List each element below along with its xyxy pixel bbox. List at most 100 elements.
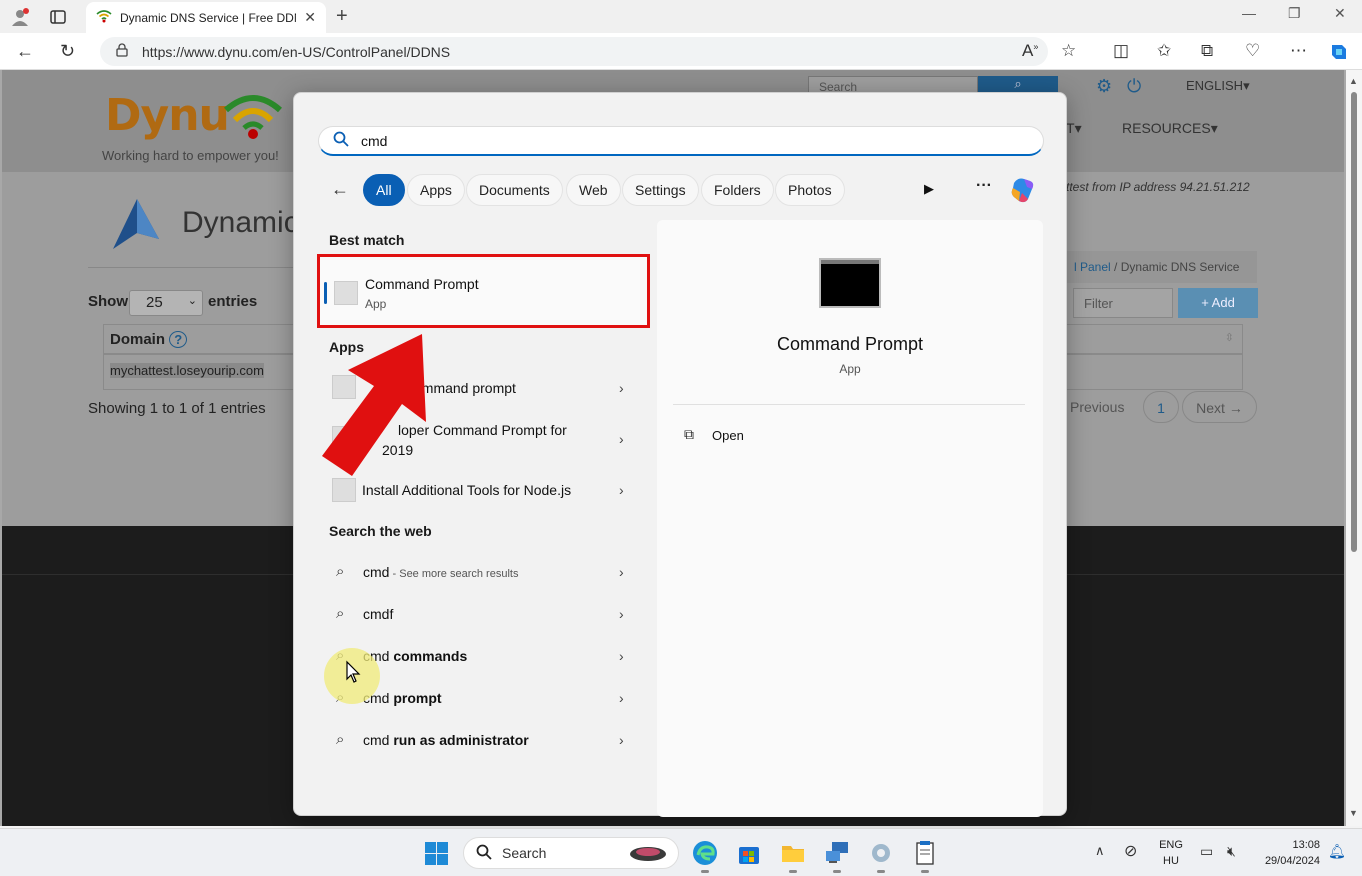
language-label: ENGLISH bbox=[1186, 78, 1244, 93]
notification-bell-icon[interactable]: 🔔︎ bbox=[1328, 843, 1346, 860]
taskbar: Search ∧ ⊘ ENG HU ▭ 🔇︎ 13:08 29/04/2024 … bbox=[0, 828, 1362, 876]
close-window-icon[interactable]: ✕ bbox=[1334, 5, 1346, 22]
clock-time[interactable]: 13:08 bbox=[1260, 839, 1320, 851]
preview-pane: Command Prompt App ⧉ Open bbox=[657, 220, 1043, 817]
filter-tab-web[interactable]: Web bbox=[566, 174, 621, 206]
url-field[interactable]: https://www.dynu.com/en-US/ControlPanel/… bbox=[100, 37, 1048, 66]
volume-muted-icon[interactable]: 🔇︎ bbox=[1227, 843, 1236, 860]
nav-menu-partial[interactable]: T▾ bbox=[1066, 120, 1082, 137]
tab-actions-icon[interactable] bbox=[47, 6, 69, 28]
preview-app-name: Command Prompt bbox=[776, 334, 924, 354]
windows-start-icon[interactable] bbox=[425, 842, 448, 865]
address-toolbar: ← ↻ https://www.dynu.com/en-US/ControlPa… bbox=[0, 33, 1362, 70]
mouse-cursor-icon bbox=[346, 660, 361, 683]
caret-down-icon: ▾ bbox=[1074, 120, 1082, 136]
show-label: Show bbox=[88, 293, 128, 310]
web-query: cmdf bbox=[363, 606, 394, 622]
domain-column-header[interactable]: Domain ? bbox=[103, 324, 293, 354]
web-query-hint: - See more search results bbox=[389, 568, 519, 580]
search-icon: ⌕ bbox=[336, 731, 345, 748]
minimize-icon[interactable]: — bbox=[1242, 5, 1256, 21]
domain-link[interactable]: mychattest.loseyourip.com bbox=[110, 363, 264, 378]
edge-taskbar-icon[interactable] bbox=[692, 840, 718, 866]
command-prompt-large-icon bbox=[819, 258, 881, 308]
display-icon[interactable]: ▭ bbox=[1200, 843, 1213, 860]
split-screen-icon[interactable]: ◫ bbox=[1113, 41, 1129, 61]
page-scrollbar[interactable]: ▲ ▼ bbox=[1346, 70, 1362, 826]
filter-input[interactable]: Filter bbox=[1073, 288, 1173, 318]
language-dropdown[interactable]: ENGLISH▾ bbox=[1186, 78, 1250, 94]
scroll-thumb[interactable] bbox=[1351, 92, 1357, 552]
sort-icon[interactable]: ⇳ bbox=[1225, 331, 1234, 344]
favorite-star-icon[interactable]: ☆ bbox=[1061, 41, 1076, 61]
settings-gear-icon[interactable]: ⚙ bbox=[1096, 76, 1112, 97]
previous-button[interactable]: Previous bbox=[1066, 391, 1141, 423]
copilot-icon[interactable] bbox=[1008, 175, 1038, 205]
more-options-icon[interactable]: ··· bbox=[976, 177, 992, 195]
search-highlight-icon bbox=[628, 843, 668, 866]
page-1-button[interactable]: 1 bbox=[1143, 391, 1179, 423]
dynu-logo[interactable]: Dynu bbox=[105, 90, 230, 141]
show-hidden-icons-icon[interactable]: ∧ bbox=[1095, 843, 1105, 859]
best-match-command-prompt[interactable]: Command Prompt App bbox=[317, 254, 650, 328]
breadcrumb-separator: / bbox=[1114, 260, 1118, 274]
start-search-input[interactable]: cmd bbox=[318, 126, 1044, 156]
wifi-favicon-icon bbox=[96, 9, 112, 26]
nav-resources-label: RESOURCES bbox=[1122, 120, 1211, 136]
input-language-line1[interactable]: ENG bbox=[1159, 839, 1183, 851]
profile-icon[interactable] bbox=[9, 6, 31, 28]
restore-icon[interactable]: ❐ bbox=[1288, 5, 1301, 22]
filter-tab-apps[interactable]: Apps bbox=[407, 174, 465, 206]
chevron-down-icon: ⌄ bbox=[187, 295, 197, 307]
close-tab-icon[interactable]: ✕ bbox=[304, 9, 316, 26]
settings-taskbar-icon[interactable] bbox=[868, 840, 894, 866]
open-action[interactable]: Open bbox=[712, 428, 744, 443]
favorites-icon[interactable]: ✩ bbox=[1157, 41, 1171, 61]
filter-tab-all[interactable]: All bbox=[363, 174, 405, 206]
filter-tab-photos[interactable]: Photos bbox=[775, 174, 845, 206]
refresh-icon[interactable]: ↻ bbox=[60, 41, 75, 62]
back-arrow-icon[interactable]: ← bbox=[331, 179, 349, 200]
nav-resources[interactable]: RESOURCES▾ bbox=[1122, 120, 1218, 137]
browser-essentials-icon[interactable]: ♡ bbox=[1245, 41, 1260, 61]
web-query-suggestion: prompt bbox=[393, 690, 442, 706]
breadcrumb-control-panel[interactable]: l Panel bbox=[1074, 260, 1111, 274]
search-icon: ⌕ bbox=[336, 605, 345, 622]
copilot-icon[interactable] bbox=[1328, 41, 1350, 68]
scroll-down-icon[interactable]: ▼ bbox=[1349, 808, 1358, 818]
remote-desktop-taskbar-icon[interactable] bbox=[824, 840, 850, 866]
network-disconnected-icon[interactable]: ⊘ bbox=[1124, 841, 1137, 861]
filter-tab-documents[interactable]: Documents bbox=[466, 174, 563, 206]
collections-icon[interactable]: ⧉ bbox=[1201, 41, 1213, 61]
entries-label: entries bbox=[208, 293, 258, 310]
next-button[interactable]: Next → bbox=[1182, 391, 1257, 423]
help-icon[interactable]: ? bbox=[169, 331, 188, 348]
file-explorer-taskbar-icon[interactable] bbox=[780, 840, 806, 866]
add-button[interactable]: + Add bbox=[1178, 288, 1258, 318]
open-external-icon[interactable]: ⧉ bbox=[684, 426, 694, 443]
store-taskbar-icon[interactable] bbox=[736, 840, 762, 866]
more-filters-play-icon[interactable]: ▶ bbox=[924, 181, 934, 197]
tab-dynu[interactable]: Dynamic DNS Service | Free DDN ✕ bbox=[86, 2, 326, 33]
read-aloud-icon[interactable]: A» bbox=[1022, 41, 1038, 61]
entries-select-value: 25 bbox=[146, 294, 163, 311]
scroll-up-icon[interactable]: ▲ bbox=[1349, 76, 1358, 86]
filter-tab-settings[interactable]: Settings bbox=[622, 174, 699, 206]
input-language-line2[interactable]: HU bbox=[1159, 855, 1183, 867]
clock-date[interactable]: 29/04/2024 bbox=[1250, 855, 1320, 867]
more-menu-icon[interactable]: ⋯ bbox=[1290, 41, 1307, 61]
new-tab-icon[interactable]: + bbox=[336, 5, 348, 28]
chevron-right-icon: › bbox=[619, 564, 624, 580]
search-web-heading: Search the web bbox=[329, 523, 432, 539]
taskbar-search[interactable]: Search bbox=[463, 837, 679, 869]
web-query: cmd bbox=[363, 732, 394, 748]
search-icon bbox=[476, 844, 492, 863]
back-icon[interactable]: ← bbox=[16, 41, 34, 62]
logout-power-icon[interactable]: ⏻ bbox=[1127, 76, 1141, 97]
notepad-taskbar-icon[interactable] bbox=[912, 840, 938, 866]
running-indicator bbox=[701, 870, 709, 873]
entries-select[interactable]: 25 ⌄ bbox=[129, 290, 203, 316]
preview-app-type: App bbox=[839, 362, 861, 376]
filter-tab-folders[interactable]: Folders bbox=[701, 174, 774, 206]
divider bbox=[88, 267, 298, 268]
